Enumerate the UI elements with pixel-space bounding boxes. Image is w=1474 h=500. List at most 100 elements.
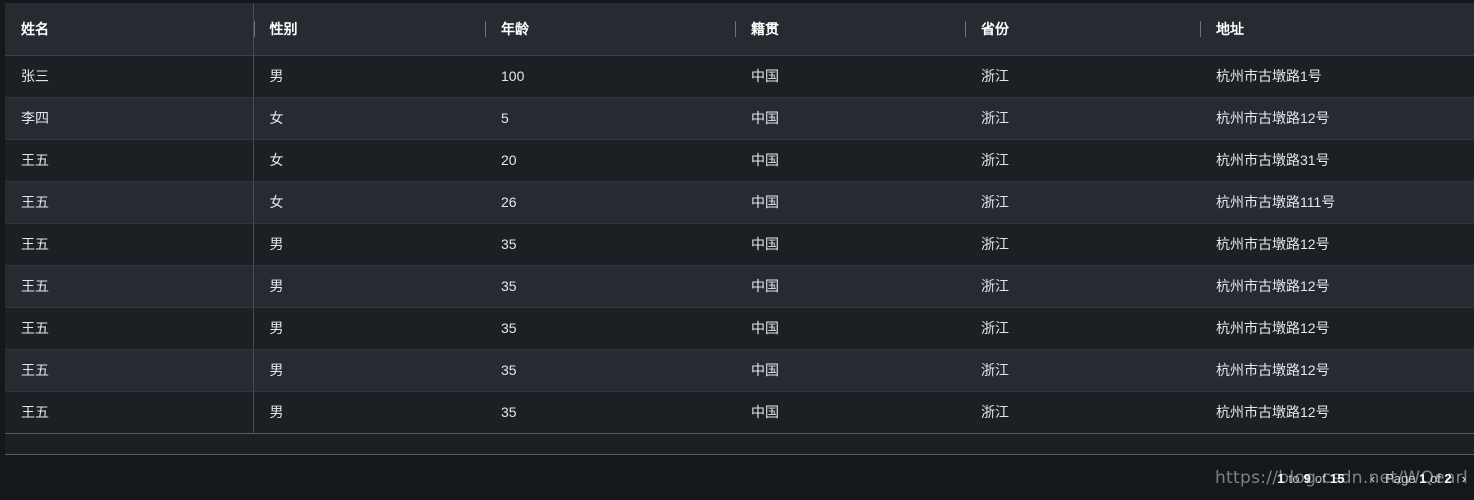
cell-gender: 女 [253, 181, 485, 224]
cell-origin: 中国 [735, 181, 965, 224]
cell-prov: 浙江 [965, 265, 1200, 308]
cell-age: 100 [485, 55, 735, 98]
pagination-controls: ‹ Page 1 of 2 › [1371, 471, 1466, 486]
column-header-label-address: 地址 [1216, 20, 1244, 37]
column-header-origin[interactable]: 籍贯 [735, 3, 965, 56]
cell-age: 26 [485, 181, 735, 224]
cell-origin: 中国 [735, 307, 965, 350]
cell-name: 王五 [5, 181, 254, 224]
table-header: 姓名 性别 年龄 籍贯 省份 地址 [5, 3, 1474, 56]
cell-prov: 浙江 [965, 223, 1200, 266]
cell-addr: 杭州市古墩路12号 [1200, 97, 1474, 140]
cell-name: 王五 [5, 223, 254, 266]
column-header-label-age: 年龄 [501, 20, 529, 37]
range-to: 9 [1303, 470, 1312, 486]
header-row: 姓名 性别 年龄 籍贯 省份 地址 [5, 3, 1474, 56]
table-row[interactable]: 王五男 35 中国 浙江 杭州市古墩路12号 [5, 223, 1474, 266]
cell-name: 王五 [5, 391, 254, 433]
cell-origin: 中国 [735, 55, 965, 98]
cell-gender: 男 [253, 307, 485, 350]
column-header-label-province: 省份 [981, 20, 1009, 37]
data-table: 姓名 性别 年龄 籍贯 省份 地址 张三 男 100 中国 浙江 杭州市古墩路1… [5, 3, 1474, 433]
table-row[interactable]: 王五男 35 中国 浙江 杭州市古墩路12号 [5, 391, 1474, 433]
table-row[interactable]: 王五男 35 中国 浙江 杭州市古墩路12号 [5, 307, 1474, 350]
table-row[interactable]: 王五女 20 中国 浙江 杭州市古墩路31号 [5, 139, 1474, 182]
range-from: 1 [1277, 470, 1285, 486]
cell-addr: 杭州市古墩路12号 [1200, 307, 1474, 350]
cell-age: 35 [485, 349, 735, 392]
cell-gender: 男 [253, 265, 485, 308]
cell-prov: 浙江 [965, 349, 1200, 392]
table-row[interactable]: 王五女 26 中国 浙江 杭州市古墩路111号 [5, 181, 1474, 224]
range-to-word: to [1284, 470, 1304, 486]
cell-origin: 中国 [735, 139, 965, 182]
previous-page-icon[interactable]: ‹ [1371, 472, 1375, 485]
cell-name: 张三 [5, 55, 254, 98]
table-row[interactable]: 王五男 35 中国 浙江 杭州市古墩路12号 [5, 265, 1474, 308]
cell-prov: 浙江 [965, 139, 1200, 182]
column-header-province[interactable]: 省份 [965, 3, 1200, 56]
cell-gender: 男 [253, 391, 485, 433]
cell-addr: 杭州市古墩路12号 [1200, 349, 1474, 392]
cell-addr: 杭州市古墩路12号 [1200, 391, 1474, 433]
column-header-address[interactable]: 地址 [1200, 3, 1474, 56]
column-resize-handle-icon[interactable] [485, 20, 486, 37]
cell-gender: 男 [253, 55, 485, 98]
page-word: Page [1385, 470, 1420, 486]
table-footer: 1 to 9 of 15 ‹ Page 1 of 2 › https://blo… [5, 456, 1474, 500]
cell-gender: 女 [253, 139, 485, 182]
horizontal-scrollbar[interactable] [5, 433, 1474, 455]
cell-age: 5 [485, 97, 735, 140]
cell-addr: 杭州市古墩路1号 [1200, 55, 1474, 98]
table-row[interactable]: 王五男 35 中国 浙江 杭州市古墩路12号 [5, 349, 1474, 392]
cell-prov: 浙江 [965, 307, 1200, 350]
cell-age: 35 [485, 223, 735, 266]
cell-addr: 杭州市古墩路12号 [1200, 223, 1474, 266]
page-indicator: Page 1 of 2 [1385, 471, 1452, 486]
cell-age: 35 [485, 307, 735, 350]
column-header-name[interactable]: 姓名 [5, 3, 254, 56]
cell-name: 王五 [5, 139, 254, 182]
column-header-label-name: 姓名 [21, 20, 49, 37]
column-resize-handle-icon[interactable] [735, 20, 736, 37]
column-resize-handle-icon[interactable] [1200, 20, 1201, 37]
cell-name: 李四 [5, 97, 254, 140]
cell-prov: 浙江 [965, 391, 1200, 433]
footer-controls: 1 to 9 of 15 ‹ Page 1 of 2 › [1277, 456, 1466, 500]
table-row[interactable]: 张三男 100 中国 浙江 杭州市古墩路1号 [5, 55, 1474, 98]
cell-addr: 杭州市古墩路12号 [1200, 265, 1474, 308]
range-total: 15 [1329, 470, 1345, 486]
cell-prov: 浙江 [965, 55, 1200, 98]
cell-prov: 浙江 [965, 181, 1200, 224]
cell-origin: 中国 [735, 97, 965, 140]
table-body: 张三男 100 中国 浙江 杭州市古墩路1号 李四女 5 中国 浙江 杭州市古墩路12号 王五女 20… [5, 55, 1474, 433]
data-table-page: 姓名 性别 年龄 籍贯 省份 地址 张三 男 100 中国 浙江 杭州市古墩路1… [0, 0, 1474, 500]
column-header-gender[interactable]: 性别 [253, 3, 485, 56]
column-header-label-gender: 性别 [269, 20, 298, 37]
cell-origin: 中国 [735, 391, 965, 433]
cell-name: 王五 [5, 307, 254, 350]
cell-age: 35 [485, 391, 735, 433]
cell-addr: 杭州市古墩路31号 [1200, 139, 1474, 182]
page-of-word: of [1426, 470, 1445, 486]
cell-origin: 中国 [735, 265, 965, 308]
cell-age: 20 [485, 139, 735, 182]
cell-name: 王五 [5, 349, 254, 392]
table-row[interactable]: 李四女 5 中国 浙江 杭州市古墩路12号 [5, 97, 1474, 140]
cell-origin: 中国 [735, 349, 965, 392]
cell-prov: 浙江 [965, 97, 1200, 140]
range-of-word: of [1311, 470, 1330, 486]
column-header-label-origin: 籍贯 [751, 20, 779, 37]
column-resize-handle-icon[interactable] [253, 20, 255, 37]
cell-gender: 女 [253, 97, 485, 140]
cell-age: 35 [485, 265, 735, 308]
page-total: 2 [1444, 470, 1452, 486]
cell-name: 王五 [5, 265, 254, 308]
next-page-icon[interactable]: › [1462, 472, 1466, 485]
row-range-status: 1 to 9 of 15 [1277, 471, 1345, 486]
cell-addr: 杭州市古墩路111号 [1200, 181, 1474, 224]
column-resize-handle-icon[interactable] [965, 20, 966, 37]
column-header-age[interactable]: 年龄 [485, 3, 735, 56]
cell-gender: 男 [253, 349, 485, 392]
cell-gender: 男 [253, 223, 485, 266]
